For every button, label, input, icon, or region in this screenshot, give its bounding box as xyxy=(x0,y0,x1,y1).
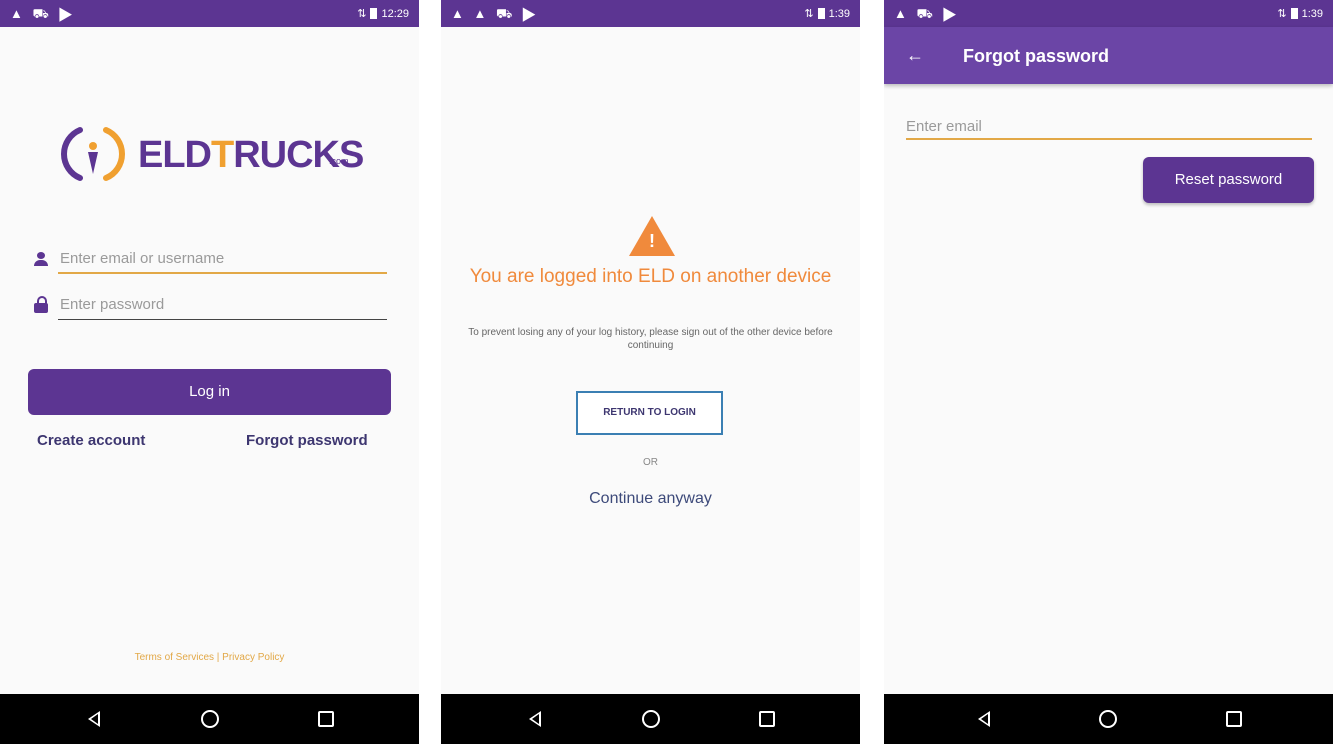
status-right: ⇅ 12:29 xyxy=(357,8,409,20)
status-right: ⇅ 1:39 xyxy=(804,8,850,20)
warning-title: You are logged into ELD on another devic… xyxy=(469,266,832,287)
nav-recent-icon[interactable] xyxy=(1222,708,1244,730)
nav-home-icon[interactable] xyxy=(1096,708,1118,730)
nav-recent-icon[interactable] xyxy=(314,708,336,730)
continue-anyway-link[interactable]: Continue anyway xyxy=(441,490,860,508)
password-underline xyxy=(58,319,387,320)
notification-icons: ▲ ▲ ⛟ ▶ xyxy=(451,6,539,21)
lock-icon xyxy=(34,296,48,313)
android-nav-bar xyxy=(441,694,860,744)
or-separator: OR xyxy=(643,457,658,468)
warning-subtitle: To prevent losing any of your log histor… xyxy=(468,327,833,351)
create-account-link[interactable]: Create account xyxy=(37,432,145,449)
back-arrow-icon[interactable]: ← xyxy=(906,45,924,66)
page-title: Forgot password xyxy=(963,46,1110,66)
nav-back-icon[interactable] xyxy=(84,708,106,730)
login-screen: ▲ ⛟ ▶ ⇅ 12:29 ELDTRUCKS .com Enter email … xyxy=(0,0,419,744)
email-field[interactable]: Enter email xyxy=(906,114,1312,140)
password-placeholder: Enter password xyxy=(60,296,165,313)
notification-icons: ▲ ⛟ ▶ xyxy=(894,6,960,21)
user-icon xyxy=(34,252,48,266)
status-right: ⇅ 1:39 xyxy=(1277,8,1323,20)
status-bar: ▲ ⛟ ▶ ⇅ 1:39 xyxy=(884,0,1333,27)
forgot-password-screen: ▲ ⛟ ▶ ⇅ 1:39 ← Forgot password Enter emai… xyxy=(884,0,1333,744)
email-underline xyxy=(906,138,1312,140)
android-nav-bar xyxy=(0,694,419,744)
status-bar: ▲ ▲ ⛟ ▶ ⇅ 1:39 xyxy=(441,0,860,27)
return-to-login-button[interactable]: RETURN TO LOGIN xyxy=(576,391,723,435)
login-button[interactable]: Log in xyxy=(28,369,391,415)
forgot-password-link[interactable]: Forgot password xyxy=(246,432,368,449)
nav-recent-icon[interactable] xyxy=(755,708,777,730)
status-time: 1:39 xyxy=(828,8,850,20)
logged-elsewhere-screen: ▲ ▲ ⛟ ▶ ⇅ 1:39 ! You are logged into ELD … xyxy=(441,0,860,744)
android-nav-bar xyxy=(884,694,1333,744)
status-bar: ▲ ⛟ ▶ ⇅ 12:29 xyxy=(0,0,419,27)
status-time: 12:29 xyxy=(381,8,409,20)
warning-exclamation: ! xyxy=(649,231,655,251)
status-time: 1:39 xyxy=(1301,8,1323,20)
email-placeholder: Enter email xyxy=(906,118,982,135)
nav-back-icon[interactable] xyxy=(974,708,996,730)
nav-home-icon[interactable] xyxy=(639,708,661,730)
reset-password-button[interactable]: Reset password xyxy=(1143,157,1314,203)
notification-icons: ▲ ⛟ ▶ xyxy=(10,6,76,21)
nav-back-icon[interactable] xyxy=(525,708,547,730)
logo-mark-icon xyxy=(61,127,125,181)
battery-icon xyxy=(370,8,378,19)
email-underline xyxy=(58,272,387,274)
email-username-field[interactable]: Enter email or username xyxy=(30,244,387,274)
email-placeholder: Enter email or username xyxy=(60,250,225,267)
terms-privacy-links[interactable]: Terms of Services | Privacy Policy xyxy=(0,652,419,663)
battery-icon xyxy=(1290,8,1298,19)
eldtrucks-logo: ELDTRUCKS .com xyxy=(58,118,368,188)
logo-suffix: .com xyxy=(329,156,349,166)
app-bar: ← Forgot password xyxy=(884,27,1333,84)
battery-icon xyxy=(817,8,825,19)
nav-home-icon[interactable] xyxy=(198,708,220,730)
password-field[interactable]: Enter password xyxy=(30,290,387,320)
